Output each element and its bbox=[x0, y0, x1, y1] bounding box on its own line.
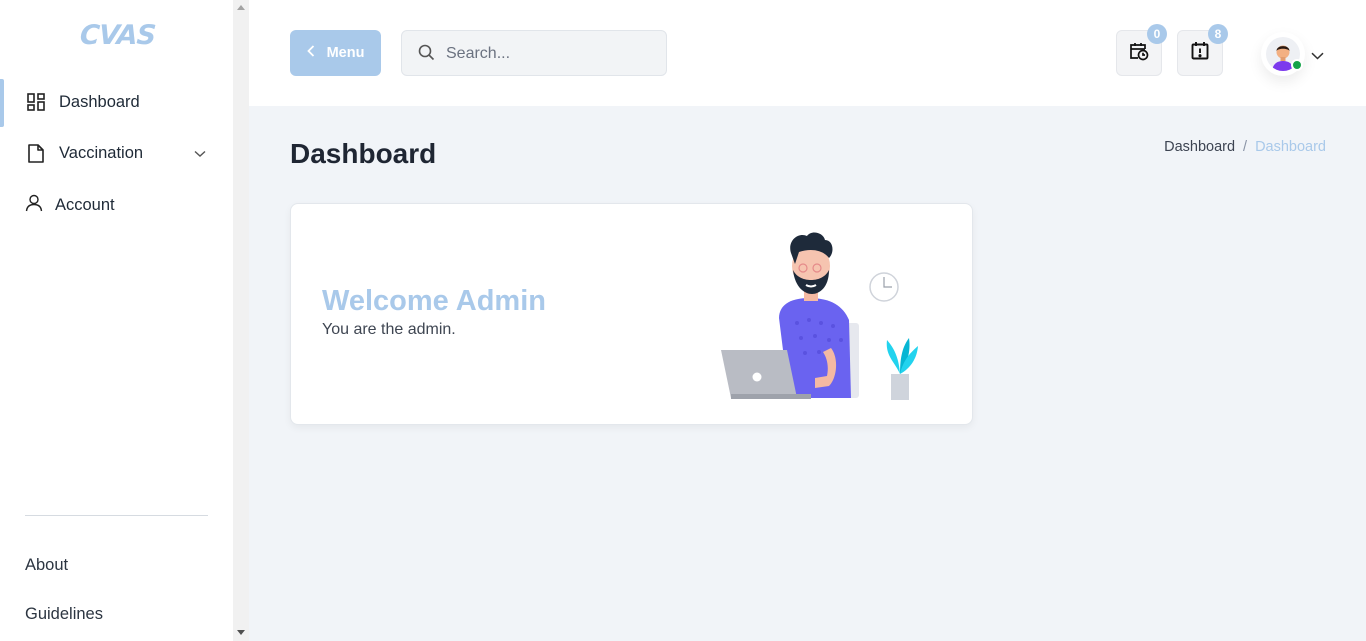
welcome-subtitle: You are the admin. bbox=[322, 321, 456, 338]
search-icon bbox=[418, 44, 435, 66]
appointments-count-badge: 0 bbox=[1147, 24, 1167, 44]
calendar-clock-icon bbox=[1129, 41, 1149, 66]
sidebar-item-label: Dashboard bbox=[59, 92, 140, 111]
chevron-down-icon bbox=[194, 145, 206, 163]
admin-illustration bbox=[721, 232, 918, 400]
welcome-card: Welcome Admin You are the admin. bbox=[290, 203, 973, 425]
menu-toggle-button[interactable]: Menu bbox=[290, 30, 381, 76]
document-icon bbox=[26, 143, 46, 163]
app-logo[interactable]: CVAS bbox=[79, 20, 156, 51]
chevron-down-icon[interactable] bbox=[1311, 47, 1324, 65]
user-avatar-button[interactable] bbox=[1261, 32, 1305, 76]
sidebar: CVAS Dashboard Vaccination Account About… bbox=[0, 0, 233, 641]
breadcrumb-parent[interactable]: Dashboard bbox=[1164, 139, 1235, 155]
page-title: Dashboard bbox=[290, 138, 437, 169]
welcome-title: Welcome Admin bbox=[322, 285, 546, 317]
sidebar-item-label: Account bbox=[55, 195, 115, 214]
sidebar-scrollbar[interactable] bbox=[233, 0, 249, 641]
sidebar-item-label: Vaccination bbox=[59, 143, 144, 162]
breadcrumb-separator: / bbox=[1243, 139, 1248, 155]
chevron-left-icon bbox=[306, 45, 315, 61]
user-icon bbox=[24, 194, 44, 214]
breadcrumb-current: Dashboard bbox=[1255, 139, 1326, 155]
menu-button-label: Menu bbox=[326, 45, 365, 61]
search-input[interactable] bbox=[446, 43, 651, 65]
alerts-button[interactable]: 8 bbox=[1177, 24, 1228, 76]
breadcrumb: Dashboard / Dashboard bbox=[1164, 139, 1326, 155]
appointments-button[interactable]: 0 bbox=[1116, 24, 1167, 76]
scroll-up-arrow-icon[interactable] bbox=[237, 5, 245, 10]
sidebar-item-vaccination[interactable]: Vaccination bbox=[0, 133, 233, 173]
alerts-count-badge: 8 bbox=[1208, 24, 1228, 44]
top-header: Menu 0 8 bbox=[249, 0, 1366, 106]
about-link[interactable]: About bbox=[25, 556, 68, 575]
sidebar-item-account[interactable]: Account bbox=[0, 185, 233, 225]
sidebar-divider bbox=[25, 515, 208, 516]
search-box[interactable] bbox=[401, 30, 667, 76]
sidebar-item-dashboard[interactable]: Dashboard bbox=[0, 79, 233, 127]
calendar-alert-icon bbox=[1191, 41, 1209, 65]
scroll-down-arrow-icon[interactable] bbox=[237, 630, 245, 635]
guidelines-link[interactable]: Guidelines bbox=[25, 605, 103, 624]
dashboard-grid-icon bbox=[26, 92, 46, 112]
online-status-indicator bbox=[1291, 59, 1303, 71]
